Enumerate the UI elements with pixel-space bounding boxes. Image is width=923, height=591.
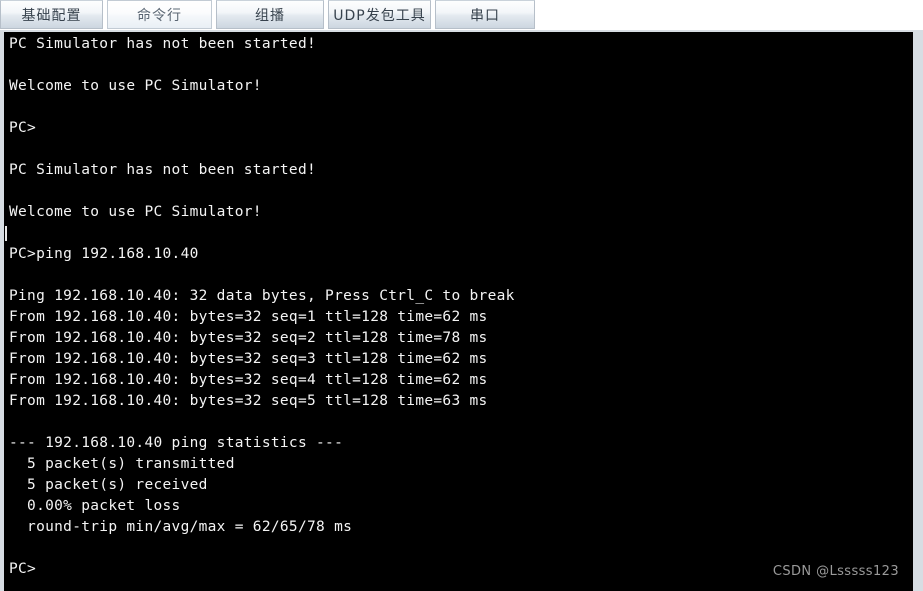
- terminal-line: From 192.168.10.40: bytes=32 seq=1 ttl=1…: [9, 309, 488, 325]
- terminal-line: Ping 192.168.10.40: 32 data bytes, Press…: [9, 288, 515, 304]
- terminal-line: PC Simulator has not been started!: [9, 162, 317, 178]
- terminal-line: From 192.168.10.40: bytes=32 seq=4 ttl=1…: [9, 372, 488, 388]
- tab-udp-packet-tool[interactable]: UDP发包工具: [328, 0, 431, 29]
- tab-bar: 基础配置 命令行 组播 UDP发包工具 串口: [0, 0, 923, 31]
- terminal-lines: PC Simulator has not been started! Welcom…: [5, 34, 913, 580]
- terminal-line: round-trip min/avg/max = 62/65/78 ms: [9, 519, 353, 535]
- terminal-line: PC>ping 192.168.10.40: [5, 226, 913, 265]
- terminal-line: Welcome to use PC Simulator!: [9, 78, 262, 94]
- terminal-line: 5 packet(s) received: [9, 477, 208, 493]
- tab-multicast[interactable]: 组播: [216, 0, 324, 29]
- terminal-line: 5 packet(s) transmitted: [9, 456, 235, 472]
- terminal-line-text: PC>ping 192.168.10.40: [9, 246, 199, 262]
- tab-command-line[interactable]: 命令行: [107, 0, 212, 29]
- terminal-line: 0.00% packet loss: [9, 498, 181, 514]
- terminal-output-area[interactable]: PC Simulator has not been started! Welcom…: [4, 32, 913, 591]
- terminal-line: --- 192.168.10.40 ping statistics ---: [9, 435, 344, 451]
- watermark-label: CSDN @Lsssss123: [772, 564, 899, 579]
- terminal-line: Welcome to use PC Simulator!: [9, 204, 262, 220]
- terminal-line: From 192.168.10.40: bytes=32 seq=5 ttl=1…: [9, 393, 488, 409]
- terminal-line: PC>: [9, 120, 37, 136]
- tab-serial-port[interactable]: 串口: [435, 0, 535, 29]
- text-cursor-icon: [5, 226, 7, 241]
- terminal-frame: PC Simulator has not been started! Welcom…: [0, 30, 923, 591]
- terminal-line: PC Simulator has not been started!: [9, 36, 317, 52]
- tab-basic-config[interactable]: 基础配置: [0, 0, 103, 29]
- terminal-line: From 192.168.10.40: bytes=32 seq=3 ttl=1…: [9, 351, 488, 367]
- terminal-line: From 192.168.10.40: bytes=32 seq=2 ttl=1…: [9, 330, 488, 346]
